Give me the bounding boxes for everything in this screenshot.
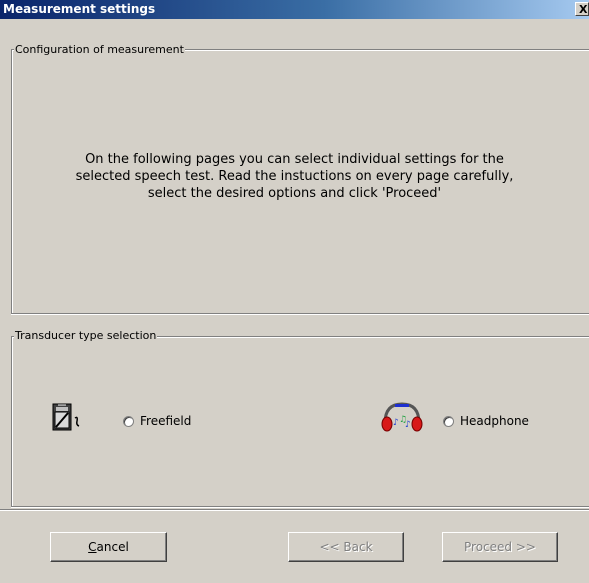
headphone-icon: ♪ ♫ ♪ [381,402,423,432]
proceed-label: Proceed >> [464,540,536,554]
headphone-radio[interactable] [443,415,454,427]
separator-highlight [0,510,589,511]
cancel-mnemonic: C [88,540,97,554]
cancel-button[interactable]: Cancel [50,532,167,562]
intro-text: On the following pages you can select in… [20,151,569,202]
svg-text:♪: ♪ [393,418,399,428]
cancel-label: ancel [96,540,129,554]
window-title: Measurement settings [3,2,156,16]
freefield-label: Freefield [140,414,192,428]
intro-line-3: select the desired options and click 'Pr… [147,186,442,201]
freefield-option[interactable]: Freefield [123,414,191,428]
intro-line-1: On the following pages you can select in… [85,152,504,167]
intro-line-2: selected speech test. Read the instuctio… [75,169,514,184]
back-button[interactable]: << Back [288,532,404,562]
freefield-radio[interactable] [123,415,134,427]
loudspeaker-icon [52,403,80,431]
headphone-label: Headphone [460,414,529,428]
title-bar[interactable]: Measurement settings X [0,0,589,19]
headphone-option[interactable]: Headphone [443,414,529,428]
svg-text:♪: ♪ [405,420,411,430]
close-button[interactable]: X [575,2,589,16]
back-label: << Back [319,540,373,554]
proceed-button[interactable]: Proceed >> [442,532,558,562]
configuration-legend: Configuration of measurement [14,43,185,56]
transducer-legend: Transducer type selection [14,329,158,342]
